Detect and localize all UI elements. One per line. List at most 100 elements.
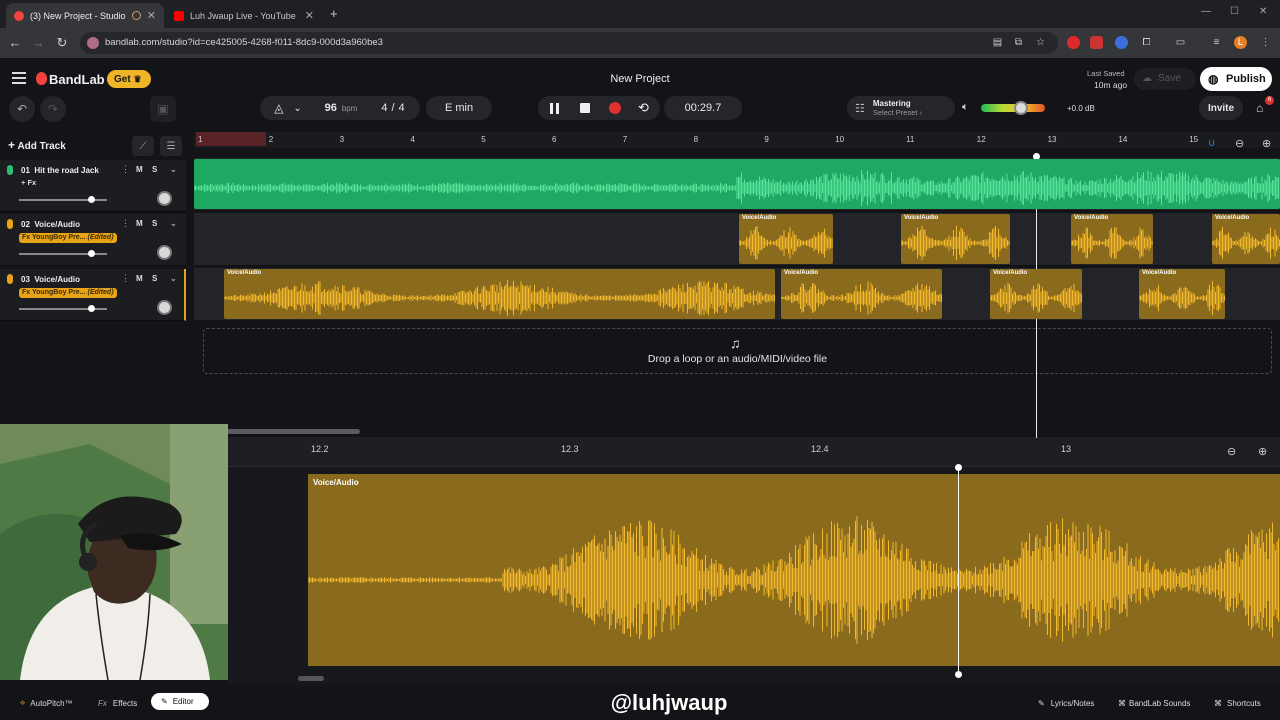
forward-icon[interactable]: → [30, 35, 46, 50]
bpm-field[interactable]: 96 bpm [316, 96, 366, 120]
chevron-down-icon[interactable]: ⌄ [170, 219, 177, 228]
master-volume-slider[interactable] [981, 101, 1045, 115]
add-track-button[interactable]: + Add Track [8, 138, 66, 154]
volume-fader-knob[interactable] [87, 196, 95, 203]
tab-youtube[interactable]: Luh Jwaup Live - YouTube ✕ [166, 3, 322, 28]
track-name[interactable]: 03 Voice/Audio [21, 275, 80, 284]
audio-clip[interactable]: Voice/Audio [990, 269, 1082, 319]
mastering-button[interactable]: ☷ Mastering Select Preset › [847, 96, 955, 120]
stop-icon[interactable] [580, 103, 590, 113]
editor-scrollbar[interactable] [298, 676, 324, 681]
chevron-down-icon[interactable]: ⌄ [170, 274, 177, 283]
track-settings-button[interactable]: ☰ [160, 136, 182, 156]
gift-icon[interactable]: ⌂ [1256, 101, 1263, 115]
zoom-out-icon[interactable]: ⊖ [1235, 137, 1244, 150]
track-header-3[interactable]: 03 Voice/Audio ⋮ M S ⌄ Fx YoungBoy Pre..… [0, 269, 186, 321]
mute-button[interactable]: M [136, 219, 143, 228]
pan-knob[interactable] [157, 191, 172, 206]
maximize-icon[interactable]: ☐ [1230, 6, 1239, 17]
extension-blue-icon[interactable] [1115, 36, 1128, 49]
new-tab-button[interactable]: + [330, 6, 338, 21]
master-volume-knob[interactable] [1013, 101, 1028, 115]
chevron-down-icon[interactable]: ⌄ [170, 165, 177, 174]
extensions-puzzle-icon[interactable]: ⧠ [1140, 36, 1153, 49]
editor-zoom-in-icon[interactable]: ⊕ [1258, 445, 1267, 458]
undo-button[interactable]: ↶ [9, 96, 35, 122]
fx-preset-tag[interactable]: Fx YoungBoy Pre... (Edited) [19, 233, 117, 243]
editor-ruler[interactable]: 12.2 12.3 12.4 13 [228, 437, 1280, 467]
volume-fader[interactable] [19, 305, 107, 312]
magnet-snap-icon[interactable]: ∪ [1208, 138, 1215, 149]
invite-button[interactable]: Invite [1199, 96, 1243, 120]
solo-button[interactable]: S [152, 219, 157, 228]
pan-knob[interactable] [157, 300, 172, 315]
mute-button[interactable]: M [136, 274, 143, 283]
audio-clip[interactable] [194, 159, 1280, 209]
mixer-view-button[interactable]: ▣ [150, 96, 176, 122]
editor-zoom-out-icon[interactable]: ⊖ [1227, 445, 1236, 458]
volume-fader[interactable] [19, 196, 107, 203]
editor-audio-clip[interactable]: Voice/Audio [308, 474, 1280, 666]
track-name[interactable]: 01 Hit the road Jack [21, 166, 99, 175]
solo-button[interactable]: S [152, 165, 157, 174]
metronome-button[interactable]: ◬ ⌄ [260, 96, 316, 120]
shortcuts-button[interactable]: ⌘ Shortcuts [1214, 694, 1261, 712]
url-field[interactable]: bandlab.com/studio?id=ce425005-4268-f011… [80, 32, 1058, 54]
audio-clip[interactable]: Voice/Audio [1071, 214, 1153, 264]
fx-preset-tag[interactable]: Fx YoungBoy Pre... (Edited) [19, 288, 117, 298]
zoom-in-icon[interactable]: ⊕ [1262, 137, 1271, 150]
bookmark-star-icon[interactable]: ☆ [1034, 36, 1047, 49]
tab-studio[interactable]: (3) New Project - Studio ✕ [6, 3, 164, 28]
track-name[interactable]: 02 Voice/Audio [21, 220, 80, 229]
extension-red-icon[interactable] [1067, 36, 1080, 49]
drop-zone[interactable]: ♫ Drop a loop or an audio/MIDI/video fil… [203, 328, 1272, 374]
audio-clip[interactable]: Voice/Audio [224, 269, 775, 319]
time-display[interactable]: 00:29.7 [664, 96, 742, 120]
editor-playhead[interactable] [955, 464, 962, 678]
track-more-icon[interactable]: ⋮ [121, 164, 130, 175]
pause-icon[interactable] [550, 103, 560, 114]
close-tab-icon[interactable]: ✕ [305, 9, 314, 22]
browser-menu-icon[interactable]: ⋮ [1259, 36, 1272, 49]
audio-clip[interactable]: Voice/Audio [901, 214, 1010, 264]
publish-button[interactable]: ◍ Publish [1200, 67, 1272, 91]
reload-icon[interactable]: ↻ [54, 35, 70, 51]
lyrics-notes-button[interactable]: ✎ Lyrics/Notes [1038, 694, 1094, 712]
solo-button[interactable]: S [152, 274, 157, 283]
audio-clip[interactable]: Voice/Audio [1139, 269, 1225, 319]
cast-icon[interactable]: ⧉ [1012, 36, 1025, 49]
redo-button[interactable]: ↷ [40, 96, 66, 122]
volume-fader-knob[interactable] [87, 305, 95, 312]
volume-fader-knob[interactable] [87, 250, 95, 257]
automation-button[interactable]: ⟋ [132, 136, 154, 156]
key-selector[interactable]: E min [426, 96, 492, 120]
record-icon[interactable] [609, 102, 621, 114]
track-header-1[interactable]: 01 Hit the road Jack ⋮ M S ⌄ + Fx [0, 160, 186, 212]
mute-button[interactable]: M [136, 165, 143, 174]
minimize-icon[interactable]: — [1201, 6, 1211, 17]
add-fx-button[interactable]: + Fx [21, 178, 36, 187]
media-control-icon[interactable]: ▭ [1174, 36, 1187, 49]
profile-avatar[interactable]: L [1234, 36, 1247, 49]
site-info-icon[interactable] [87, 37, 99, 49]
track-more-icon[interactable]: ⋮ [121, 218, 130, 229]
volume-fader[interactable] [19, 250, 107, 257]
reader-mode-icon[interactable]: ▤ [991, 36, 1004, 49]
time-signature-field[interactable]: 4 / 4 [366, 96, 420, 120]
bandlab-sounds-button[interactable]: ⌘ BandLab Sounds [1118, 694, 1190, 712]
audio-clip[interactable]: Voice/Audio [739, 214, 833, 264]
tab-search-icon[interactable]: ≡ [1210, 36, 1223, 49]
track-header-2[interactable]: 02 Voice/Audio ⋮ M S ⌄ Fx YoungBoy Pre..… [0, 214, 186, 266]
close-window-icon[interactable]: ✕ [1259, 6, 1267, 17]
speaker-mute-icon[interactable]: 🔈︎ [962, 101, 969, 114]
loop-icon[interactable]: ⟲ [638, 100, 649, 116]
horizontal-scrollbar[interactable] [226, 429, 360, 434]
save-button[interactable]: ☁ Save [1134, 68, 1196, 90]
audio-clip[interactable]: Voice/Audio [781, 269, 942, 319]
timeline-ruler[interactable]: 1 2 3 4 5 6 7 8 9 10 11 12 13 14 15 [194, 132, 1280, 148]
audio-clip[interactable]: Voice/Audio [1212, 214, 1280, 264]
pan-knob[interactable] [157, 245, 172, 260]
loop-region[interactable] [196, 132, 266, 146]
extension-video-icon[interactable] [1090, 36, 1103, 49]
track-more-icon[interactable]: ⋮ [121, 273, 130, 284]
